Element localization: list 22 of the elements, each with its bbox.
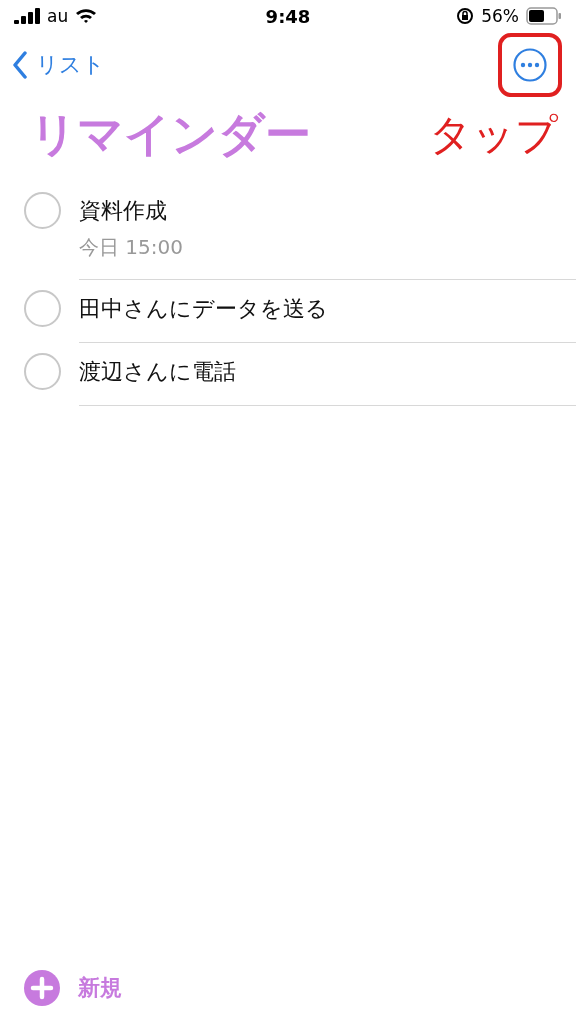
complete-checkbox[interactable] xyxy=(24,290,61,327)
reminder-title: 資料作成 xyxy=(79,197,168,225)
back-chevron-icon xyxy=(12,51,28,79)
reminder-title: 田中さんにデータを送る xyxy=(79,295,329,323)
rotation-lock-icon xyxy=(456,7,475,25)
carrier-label: au xyxy=(47,6,69,26)
wifi-icon xyxy=(75,8,98,24)
battery-icon xyxy=(526,7,562,25)
more-icon xyxy=(513,48,547,82)
tap-annotation: タップ xyxy=(429,109,558,161)
complete-checkbox[interactable] xyxy=(24,353,61,390)
clock-time: 9:48 xyxy=(265,5,311,27)
plus-icon xyxy=(24,970,60,1006)
signal-icon xyxy=(14,8,40,24)
back-link[interactable]: リスト xyxy=(12,50,105,80)
list-title: リマインダー xyxy=(30,106,311,163)
battery-percent: 56% xyxy=(481,6,519,26)
complete-checkbox[interactable] xyxy=(24,192,61,229)
reminder-title: 渡辺さんに電話 xyxy=(79,358,237,386)
more-button[interactable] xyxy=(498,33,562,97)
new-reminder-button[interactable]: 新規 xyxy=(24,970,122,1006)
due-date: 今日 15:00 xyxy=(79,234,184,261)
